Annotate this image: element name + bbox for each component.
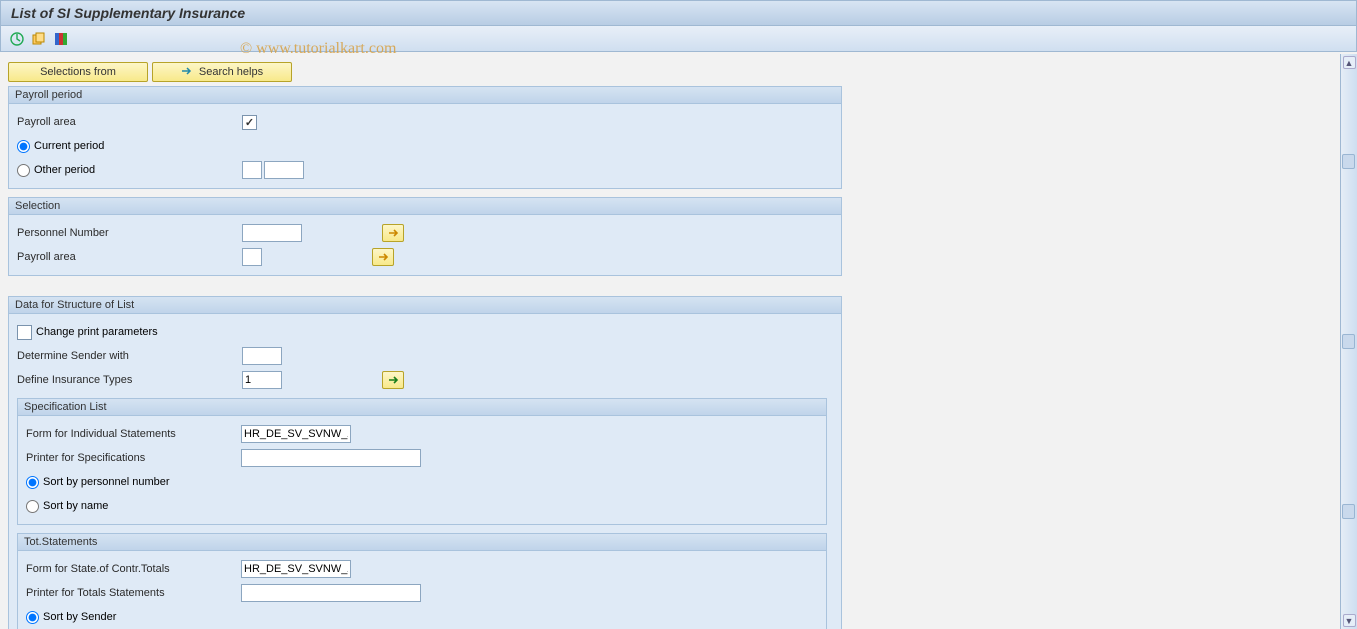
- personnel-number-label: Personnel Number: [17, 227, 242, 239]
- color-legend-icon[interactable]: [53, 31, 69, 47]
- selections-from-label: Selections from: [40, 66, 116, 78]
- printer-totals-label: Printer for Totals Statements: [26, 587, 241, 599]
- other-period-input-2[interactable]: [264, 161, 304, 179]
- scroll-down-icon[interactable]: ▼: [1343, 614, 1356, 627]
- change-print-label: Change print parameters: [36, 326, 158, 338]
- current-period-label: Current period: [34, 140, 104, 152]
- scroll-marker: [1342, 504, 1355, 519]
- vertical-scrollbar[interactable]: ▲ ▼: [1340, 54, 1357, 629]
- define-ins-types-multiple-button[interactable]: [382, 371, 404, 389]
- form-totals-label: Form for State.of Contr.Totals: [26, 563, 241, 575]
- payroll-period-header: Payroll period: [9, 87, 841, 104]
- sort-name-label: Sort by name: [43, 500, 108, 512]
- arrow-right-icon: [181, 66, 193, 79]
- toolbar: [0, 26, 1357, 52]
- form-indiv-input[interactable]: [241, 425, 351, 443]
- sort-sender-label: Sort by Sender: [43, 611, 116, 623]
- sel-payroll-area-label: Payroll area: [17, 251, 242, 263]
- printer-spec-label: Printer for Specifications: [26, 452, 241, 464]
- current-period-radio[interactable]: Current period: [17, 140, 104, 153]
- tot-statements-header: Tot.Statements: [18, 534, 826, 551]
- variant-icon[interactable]: [31, 31, 47, 47]
- define-ins-types-label: Define Insurance Types: [17, 374, 242, 386]
- personnel-number-multiple-button[interactable]: [382, 224, 404, 242]
- search-helps-label: Search helps: [199, 66, 263, 78]
- search-helps-button[interactable]: Search helps: [152, 62, 292, 82]
- structure-header: Data for Structure of List: [9, 297, 841, 314]
- sel-payroll-area-multiple-button[interactable]: [372, 248, 394, 266]
- sort-personnel-radio[interactable]: Sort by personnel number: [26, 476, 170, 489]
- sort-name-radio[interactable]: Sort by name: [26, 500, 108, 513]
- personnel-number-input[interactable]: [242, 224, 302, 242]
- selections-from-button[interactable]: Selections from: [8, 62, 148, 82]
- payroll-period-group: Payroll period Payroll area Current peri…: [8, 86, 842, 189]
- printer-spec-input[interactable]: [241, 449, 421, 467]
- form-indiv-label: Form for Individual Statements: [26, 428, 241, 440]
- form-totals-input[interactable]: [241, 560, 351, 578]
- tot-statements-group: Tot.Statements Form for State.of Contr.T…: [17, 533, 827, 629]
- printer-totals-input[interactable]: [241, 584, 421, 602]
- spec-list-group: Specification List Form for Individual S…: [17, 398, 827, 525]
- structure-group: Data for Structure of List Change print …: [8, 296, 842, 629]
- page-title: List of SI Supplementary Insurance: [0, 0, 1357, 26]
- determine-sender-input[interactable]: [242, 347, 282, 365]
- other-period-label: Other period: [34, 164, 95, 176]
- define-ins-types-input[interactable]: [242, 371, 282, 389]
- selection-group: Selection Personnel Number Payroll area: [8, 197, 842, 276]
- sort-personnel-label: Sort by personnel number: [43, 476, 170, 488]
- sort-sender-radio[interactable]: Sort by Sender: [26, 611, 116, 624]
- spec-list-header: Specification List: [18, 399, 826, 416]
- other-period-input-1[interactable]: [242, 161, 262, 179]
- scroll-up-icon[interactable]: ▲: [1343, 56, 1356, 69]
- payroll-area-label: Payroll area: [17, 116, 242, 128]
- execute-icon[interactable]: [9, 31, 25, 47]
- scroll-marker: [1342, 334, 1355, 349]
- change-print-checkbox[interactable]: Change print parameters: [17, 325, 158, 340]
- scroll-marker: [1342, 154, 1355, 169]
- sel-payroll-area-input[interactable]: [242, 248, 262, 266]
- selection-header: Selection: [9, 198, 841, 215]
- other-period-radio[interactable]: Other period: [17, 164, 242, 177]
- content-area: Selections from Search helps Payroll per…: [0, 54, 1324, 629]
- determine-sender-label: Determine Sender with: [17, 350, 242, 362]
- payroll-area-checkbox[interactable]: [242, 115, 257, 130]
